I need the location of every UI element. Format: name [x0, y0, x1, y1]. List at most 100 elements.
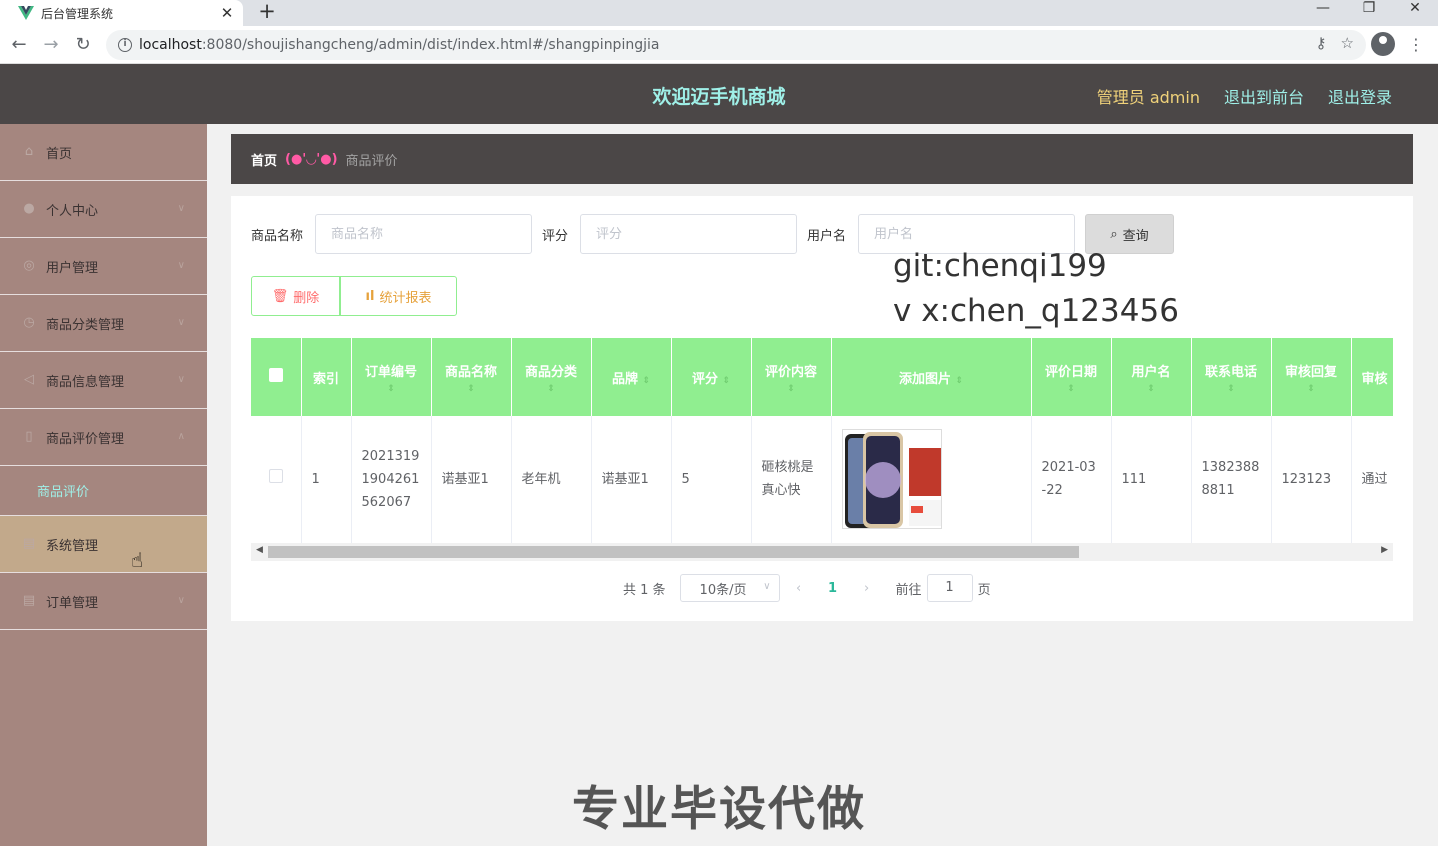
scroll-left-icon[interactable]: ◀ [256, 545, 263, 555]
scroll-right-icon[interactable]: ▶ [1381, 545, 1388, 555]
col-header[interactable]: 订单编号 ⇕ [351, 338, 432, 416]
front-link[interactable]: 退出到前台 [1224, 84, 1304, 108]
sidebar-item-label: 用户管理 [46, 260, 99, 276]
col-header[interactable]: 审核回复 ⇕ [1271, 338, 1352, 416]
sidebar-item-profile[interactable]: ● 个人中心 ∨ [0, 181, 207, 238]
chevron-down-icon: ∨ [177, 595, 185, 606]
goto-page-input[interactable]: 1 [926, 574, 973, 602]
sort-icon: ⇕ [547, 383, 555, 394]
sort-icon: ⇕ [387, 383, 395, 394]
sidebar-item-product-info[interactable]: ◁ 商品信息管理 ∨ [0, 352, 207, 409]
sidebar-item-category[interactable]: ◷ 商品分类管理 ∨ [0, 295, 207, 352]
trash-icon: 🗑 [271, 288, 289, 304]
cell-date: 2021-03 -22 [1031, 416, 1112, 544]
search-icon: ⌕ [1110, 226, 1118, 242]
home-icon: ⌂ [24, 144, 34, 159]
sidebar-item-review-mgmt[interactable]: ▯ 商品评价管理 ∧ [0, 409, 207, 466]
chevron-down-icon: ∨ [177, 374, 185, 385]
chevron-down-icon: ∨ [763, 581, 771, 592]
reload-icon[interactable]: ↻ [70, 32, 96, 58]
sort-icon: ⇕ [642, 375, 651, 386]
col-header: 索引 [301, 338, 352, 416]
cell-category: 老年机 [511, 416, 592, 544]
col-header[interactable]: 商品名称 ⇕ [431, 338, 512, 416]
prev-page-icon[interactable]: ‹ [784, 581, 814, 596]
name-label: 商品名称 [251, 228, 304, 244]
sort-icon: ⇕ [467, 383, 475, 394]
cell-brand: 诺基亚1 [591, 416, 672, 544]
cell-score: 5 [671, 416, 752, 544]
profile-icon[interactable] [1371, 32, 1395, 56]
horizontal-scrollbar[interactable]: ◀ ▶ [251, 543, 1393, 561]
cell-username: 111 [1111, 416, 1192, 544]
score-label: 评分 [542, 228, 569, 244]
sort-icon: ⇕ [1227, 383, 1235, 394]
app-header: 欢迎迈手机商城 管理员 admin 退出到前台 退出登录 [0, 64, 1438, 124]
breadcrumb: 首页 (●'◡'●) 商品评价 [231, 134, 1413, 184]
forward-icon[interactable]: → [38, 32, 64, 58]
breadcrumb-home[interactable]: 首页 [251, 150, 277, 169]
sort-icon: ⇕ [955, 375, 964, 386]
page-number[interactable]: 1 [818, 581, 848, 596]
category-icon: ◷ [23, 315, 35, 330]
cell-order-no: 2021319 1904261 562067 [351, 416, 432, 544]
stats-report-button[interactable]: ıl 统计报表 [340, 276, 457, 316]
chevron-down-icon: ∨ [177, 203, 185, 214]
close-tab-icon[interactable]: ✕ [215, 4, 239, 22]
back-icon[interactable]: ← [6, 32, 32, 58]
col-header[interactable]: 审核 [1351, 338, 1393, 416]
browser-tab[interactable]: 后台管理系统 ✕ [0, 0, 243, 26]
send-icon: ◁ [24, 372, 34, 387]
sort-icon: ⇕ [787, 383, 795, 394]
sidebar-item-label: 商品分类管理 [46, 317, 125, 333]
restore-icon[interactable]: ❐ [1346, 0, 1392, 22]
col-header[interactable]: 评分 ⇕ [671, 338, 752, 416]
overlay-ad-text: 专业毕设代做 [572, 782, 866, 837]
product-image[interactable] [841, 429, 942, 530]
cell-index: 1 [301, 416, 352, 544]
col-header[interactable]: 评价日期 ⇕ [1031, 338, 1112, 416]
next-page-icon[interactable]: › [852, 581, 882, 596]
sidebar-item-orders[interactable]: ▤ 订单管理 ∨ [0, 573, 207, 630]
info-icon[interactable]: i [118, 38, 132, 52]
url-host: localhost [139, 37, 202, 53]
sidebar-item-users[interactable]: ◎ 用户管理 ∨ [0, 238, 207, 295]
delete-button[interactable]: 🗑 删除 [251, 276, 340, 316]
address-bar[interactable]: i localhost:8080/shoujishangcheng/admin/… [106, 30, 1366, 60]
window-controls: — ❐ ✕ [1300, 0, 1438, 22]
window-close-icon[interactable]: ✕ [1392, 0, 1438, 22]
scrollbar-thumb[interactable] [268, 546, 1079, 558]
table-header-row: 索引 订单编号 ⇕ 商品名称 ⇕ 商品分类 ⇕ 品牌 ⇕ 评分 ⇕ 评价内容 ⇕ 添加图… [251, 338, 1393, 416]
sidebar-subitem-reviews[interactable]: 商品评价 [0, 466, 207, 516]
product-name-input[interactable] [315, 214, 533, 254]
sort-icon: ⇕ [1067, 383, 1075, 394]
row-checkbox[interactable] [251, 416, 302, 544]
minimize-icon[interactable]: — [1300, 0, 1346, 22]
col-header[interactable]: 添加图片 ⇕ [831, 338, 1032, 416]
col-header[interactable]: 用户名 ⇕ [1111, 338, 1192, 416]
system-icon: ▤ [22, 536, 36, 551]
cell-phone: 1382388 8811 [1191, 416, 1272, 544]
cell-reply: 123123 [1271, 416, 1352, 544]
browser-toolbar: ← → ↻ i localhost:8080/shoujishangcheng/… [0, 26, 1438, 64]
sidebar-item-system[interactable]: ▤ 系统管理 [0, 516, 207, 573]
col-header[interactable]: 联系电话 ⇕ [1191, 338, 1272, 416]
logout-link[interactable]: 退出登录 [1328, 84, 1392, 108]
sidebar-item-label: 商品评价管理 [46, 431, 125, 447]
key-icon[interactable]: ⚷ [1316, 34, 1327, 52]
sidebar: ⌂ 首页 ● 个人中心 ∨ ◎ 用户管理 ∨ ◷ 商品分类管理 ∨ ◁ 商品信息… [0, 124, 207, 846]
select-all-checkbox[interactable] [251, 338, 302, 416]
col-header[interactable]: 商品分类 ⇕ [511, 338, 592, 416]
goto-label: 前往 [895, 582, 922, 598]
users-icon: ◎ [23, 258, 35, 273]
sidebar-item-home[interactable]: ⌂ 首页 [0, 124, 207, 181]
col-header[interactable]: 评价内容 ⇕ [751, 338, 832, 416]
order-icon: ▤ [22, 593, 36, 608]
page-size-select[interactable]: 10条/页 ∨ [679, 574, 780, 602]
new-tab-icon[interactable]: + [255, 0, 279, 22]
chevron-down-icon: ∨ [177, 317, 185, 328]
score-input[interactable] [580, 214, 798, 254]
col-header[interactable]: 品牌 ⇕ [591, 338, 672, 416]
star-icon[interactable]: ☆ [1341, 34, 1354, 52]
menu-dots-icon[interactable]: ⋮ [1408, 32, 1424, 58]
